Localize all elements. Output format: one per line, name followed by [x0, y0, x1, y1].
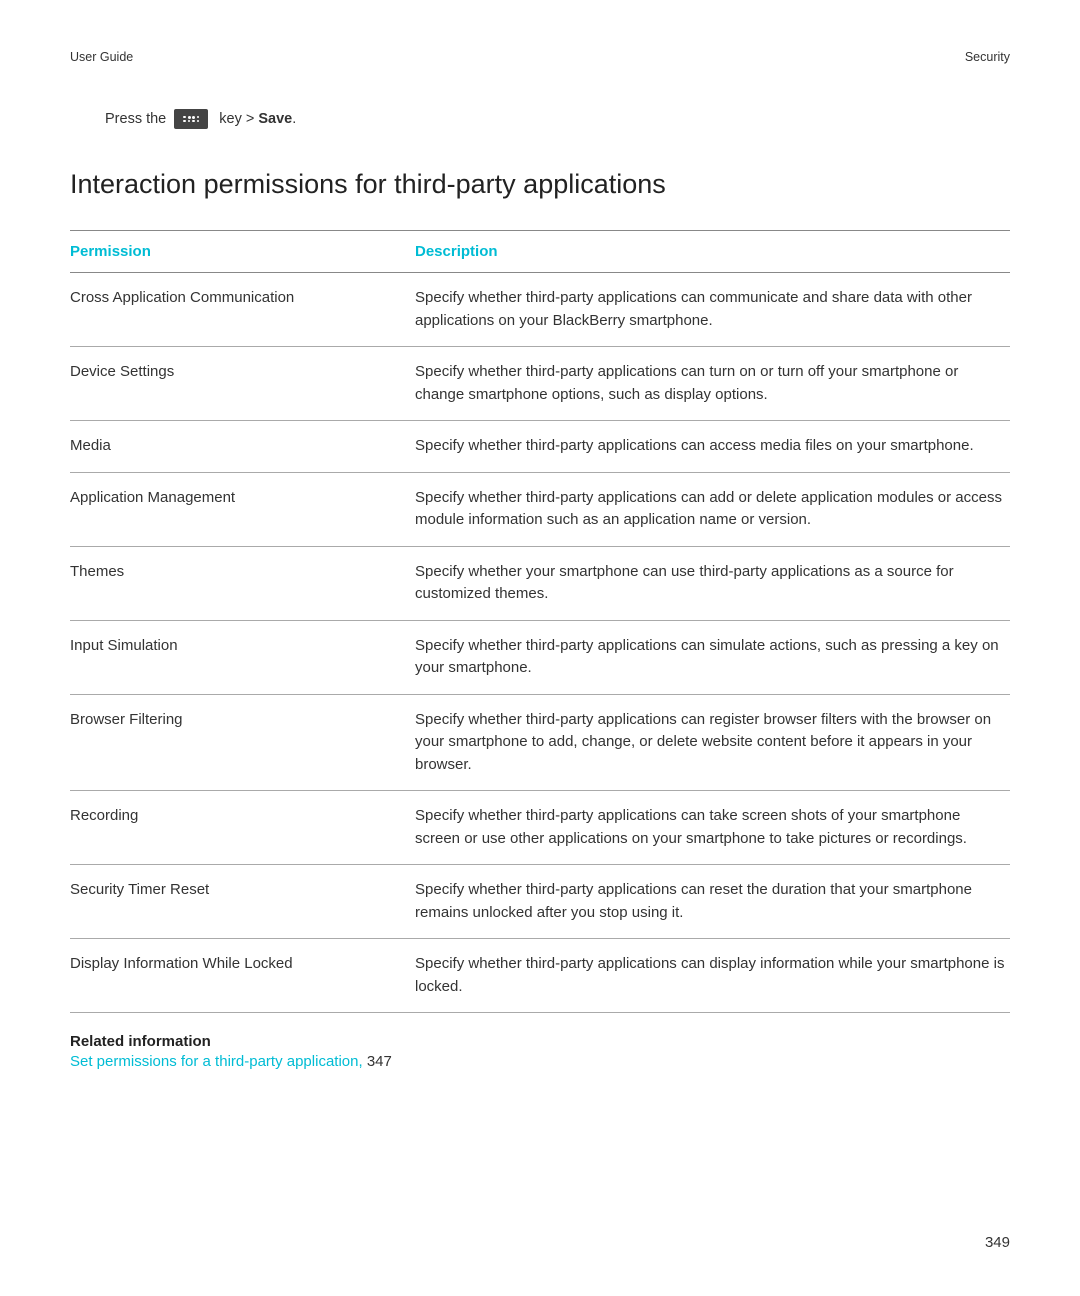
page-header: User Guide Security	[70, 50, 1010, 64]
save-label: Save	[258, 111, 292, 127]
permission-description: Specify whether third-party applications…	[415, 347, 1010, 421]
press-before: Press the	[105, 111, 166, 127]
table-row: MediaSpecify whether third-party applica…	[70, 421, 1010, 473]
permission-description: Specify whether third-party applications…	[415, 273, 1010, 347]
blackberry-key-icon	[174, 109, 208, 129]
table-row: Input SimulationSpecify whether third-pa…	[70, 620, 1010, 694]
page-title: Interaction permissions for third-party …	[70, 169, 1010, 200]
related-page-ref: 347	[367, 1053, 392, 1070]
permission-description: Specify whether third-party applications…	[415, 939, 1010, 1013]
table-row: RecordingSpecify whether third-party app…	[70, 791, 1010, 865]
instruction-line: Press the key > Save.	[105, 109, 1010, 129]
table-row: Cross Application CommunicationSpecify w…	[70, 273, 1010, 347]
table-row: Security Timer ResetSpecify whether thir…	[70, 865, 1010, 939]
header-right: Security	[965, 50, 1010, 64]
permission-name: Recording	[70, 791, 415, 865]
permission-description: Specify whether third-party applications…	[415, 421, 1010, 473]
table-header-description: Description	[415, 231, 1010, 273]
permission-description: Specify whether third-party applications…	[415, 865, 1010, 939]
permission-description: Specify whether third-party applications…	[415, 694, 1010, 791]
permission-name: Themes	[70, 546, 415, 620]
permission-name: Security Timer Reset	[70, 865, 415, 939]
permission-name: Input Simulation	[70, 620, 415, 694]
permissions-table: Permission Description Cross Application…	[70, 230, 1010, 1013]
permission-name: Display Information While Locked	[70, 939, 415, 1013]
related-information-heading: Related information	[70, 1033, 1010, 1050]
permission-description: Specify whether third-party applications…	[415, 472, 1010, 546]
permission-name: Media	[70, 421, 415, 473]
related-link[interactable]: Set permissions for a third-party applic…	[70, 1053, 367, 1070]
press-period: .	[292, 111, 296, 127]
table-row: Browser FilteringSpecify whether third-p…	[70, 694, 1010, 791]
related-link-line: Set permissions for a third-party applic…	[70, 1053, 1010, 1070]
header-left: User Guide	[70, 50, 133, 64]
permission-description: Specify whether third-party applications…	[415, 620, 1010, 694]
page-number: 349	[985, 1234, 1010, 1251]
table-row: Device SettingsSpecify whether third-par…	[70, 347, 1010, 421]
permission-description: Specify whether third-party applications…	[415, 791, 1010, 865]
permission-name: Application Management	[70, 472, 415, 546]
table-row: Display Information While LockedSpecify …	[70, 939, 1010, 1013]
press-after-key: key >	[219, 111, 254, 127]
permission-name: Browser Filtering	[70, 694, 415, 791]
table-row: Application ManagementSpecify whether th…	[70, 472, 1010, 546]
permission-name: Device Settings	[70, 347, 415, 421]
permission-name: Cross Application Communication	[70, 273, 415, 347]
permission-description: Specify whether your smartphone can use …	[415, 546, 1010, 620]
table-row: ThemesSpecify whether your smartphone ca…	[70, 546, 1010, 620]
table-header-permission: Permission	[70, 231, 415, 273]
